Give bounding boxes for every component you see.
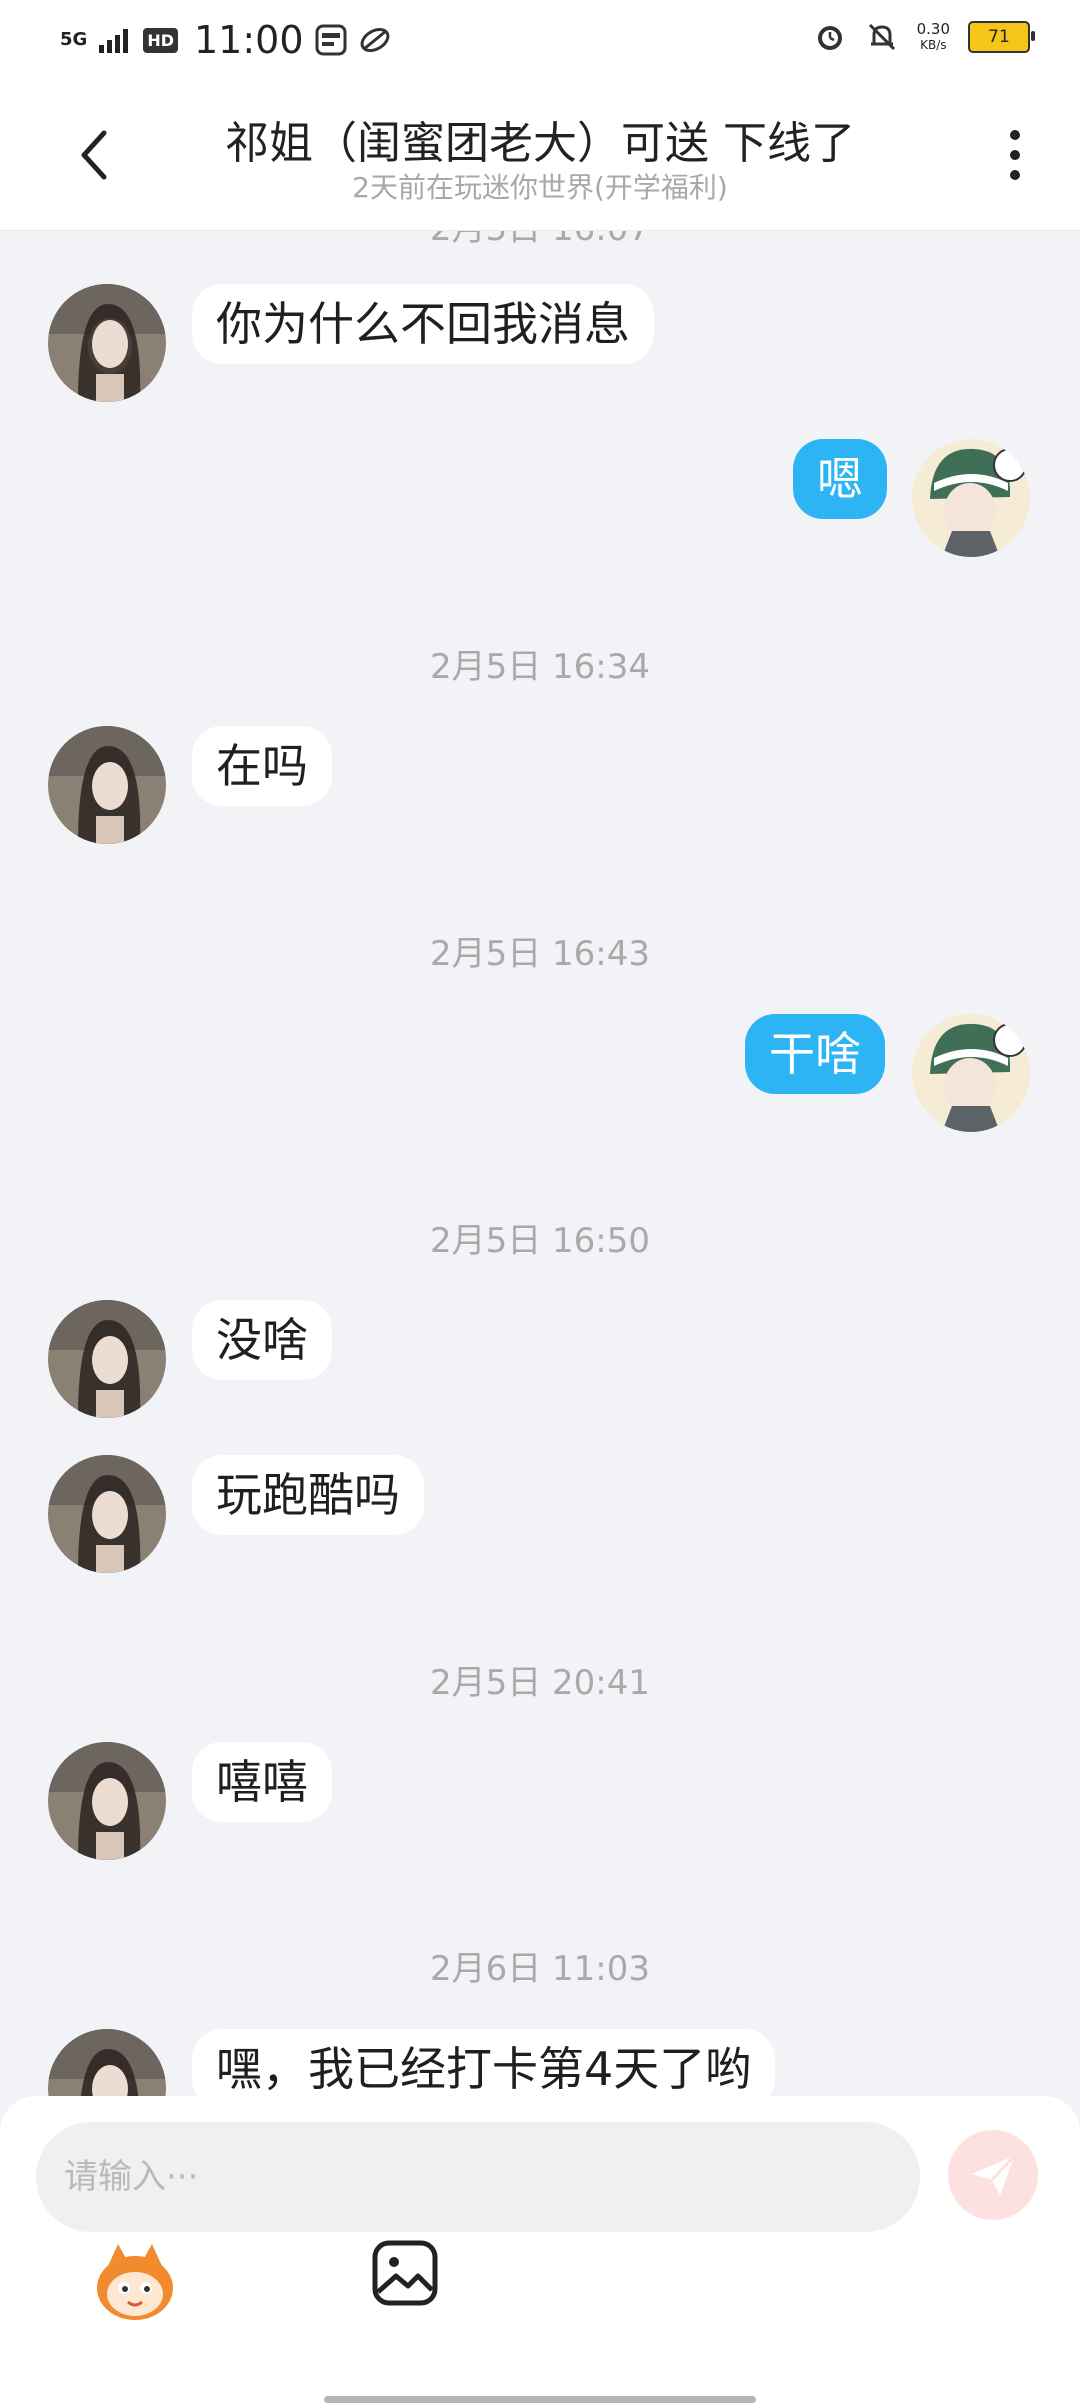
contact-avatar[interactable] [48, 284, 166, 402]
message-list[interactable]: 2月5日 16:07 你为什么不回我消息 嗯 2月5日 16:34 在吗 [0, 231, 1080, 2096]
more-vertical-icon[interactable] [1000, 125, 1030, 185]
contact-avatar[interactable] [48, 1300, 166, 1418]
mascot-icon[interactable] [90, 2238, 180, 2328]
image-icon[interactable] [370, 2238, 440, 2308]
status-time: 11:00 [193, 18, 304, 62]
my-avatar[interactable] [912, 439, 1030, 557]
speed-value: 0.30 [916, 20, 950, 38]
message-bubble-incoming[interactable]: 你为什么不回我消息 [192, 284, 654, 364]
home-indicator[interactable] [324, 2396, 756, 2403]
contact-name-status: 祁姐（闺蜜团老大）可送 下线了 [225, 118, 855, 169]
hd-badge: HD [143, 27, 178, 53]
contact-avatar[interactable] [48, 1455, 166, 1573]
send-icon [972, 2154, 1016, 2196]
contact-activity: 2天前在玩迷你世界(开学福利) [352, 171, 728, 204]
my-avatar[interactable] [912, 1014, 1030, 1132]
mute-icon [868, 23, 895, 51]
message-bubble-incoming[interactable]: 玩跑酷吗 [192, 1455, 424, 1535]
network-indicator: 5G [60, 29, 88, 50]
contact-avatar[interactable] [48, 726, 166, 844]
message-input[interactable]: 请输入··· [36, 2122, 920, 2232]
chat-header: 祁姐（闺蜜团老大）可送 下线了 2天前在玩迷你世界(开学福利) [0, 80, 1080, 231]
contact-avatar[interactable] [48, 2029, 166, 2096]
message-bubble-outgoing[interactable]: 嗯 [793, 439, 887, 519]
message-bubble-incoming[interactable]: 嘿，我已经打卡第4天了哟 [192, 2029, 776, 2096]
message-bubble-outgoing[interactable]: 干啥 [745, 1014, 885, 1094]
leaf-icon [360, 28, 389, 52]
message-bubble-incoming[interactable]: 嘻嘻 [192, 1742, 332, 1822]
signal-icon [99, 29, 129, 53]
send-button[interactable] [948, 2130, 1038, 2220]
timestamp: 2月5日 16:34 [429, 647, 651, 687]
network-speed: 0.30 KB/s [917, 21, 950, 53]
timestamp-partial: 2月5日 16:07 [0, 231, 1080, 250]
timestamp: 2月6日 11:03 [429, 1949, 651, 1989]
timestamp: 2月5日 16:50 [429, 1221, 651, 1261]
sim-card-icon [315, 24, 346, 56]
status-bar: 5G HD 11:00 0.30 KB/s 71 [0, 0, 1080, 80]
composer: 请输入··· [0, 2096, 1080, 2408]
battery-indicator: 71 [968, 21, 1035, 53]
timestamp: 2月5日 20:41 [429, 1663, 651, 1703]
battery-level: 71 [988, 27, 1010, 47]
message-bubble-incoming[interactable]: 没啥 [192, 1300, 332, 1380]
contact-avatar[interactable] [48, 1742, 166, 1860]
message-bubble-incoming[interactable]: 在吗 [192, 726, 332, 806]
alarm-icon [817, 26, 842, 50]
speed-unit: KB/s [920, 38, 947, 52]
timestamp: 2月5日 16:43 [429, 934, 651, 974]
